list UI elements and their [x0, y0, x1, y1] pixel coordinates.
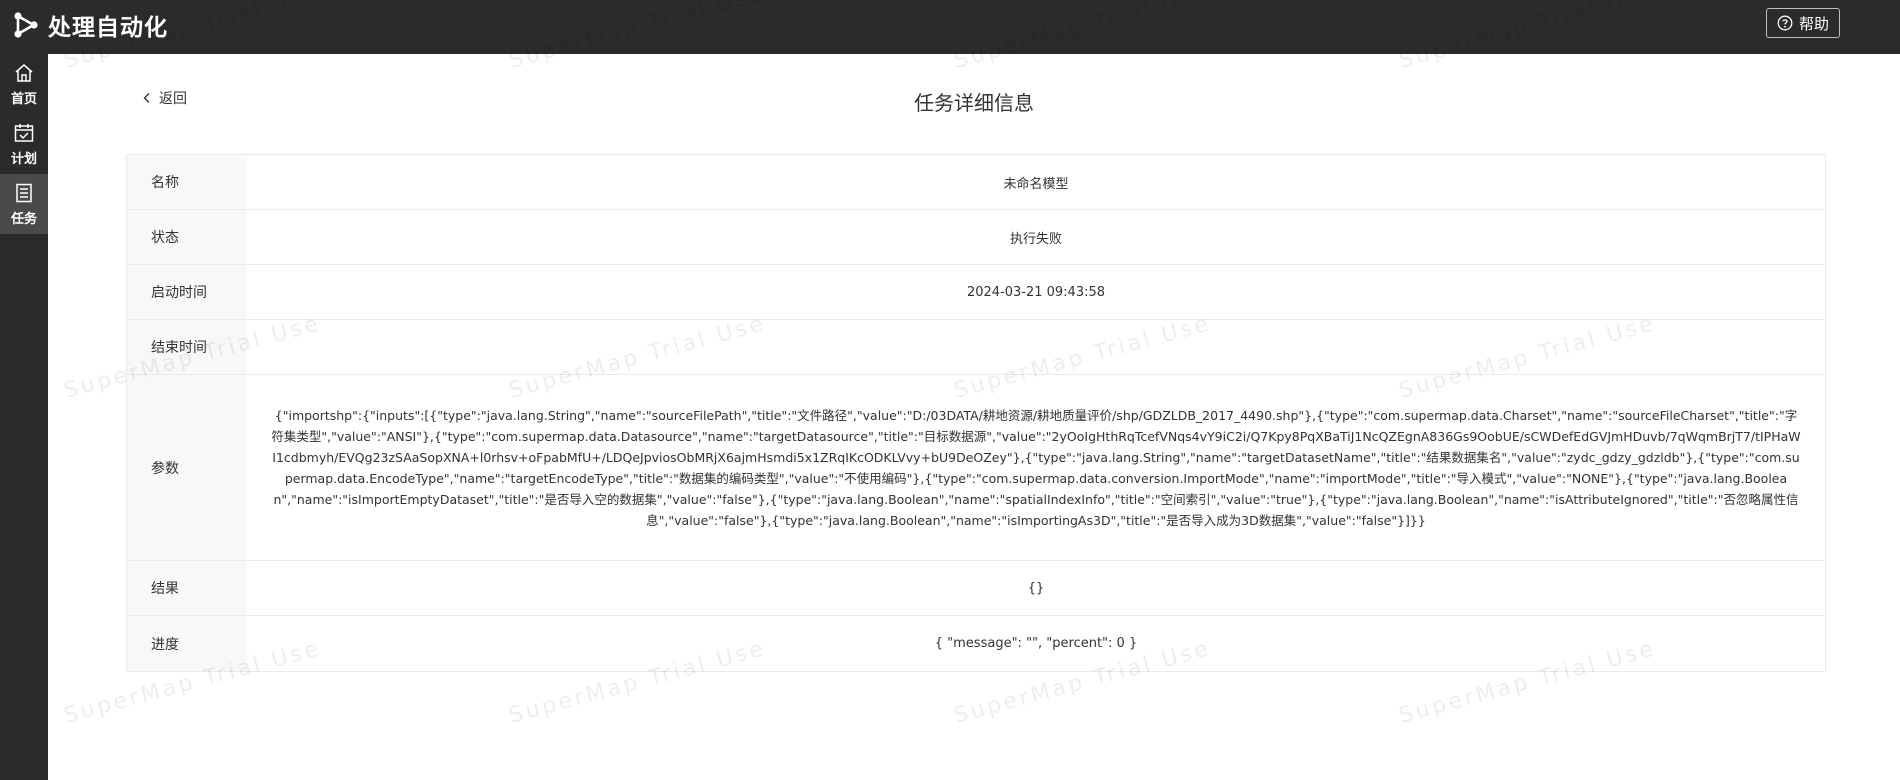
help-label: 帮助 — [1798, 15, 1829, 33]
row-label-status: 状态 — [127, 210, 247, 264]
table-row: 启动时间 2024-03-21 09:43:58 — [127, 265, 1825, 320]
row-value-name: 未命名模型 — [1003, 176, 1069, 192]
workflow-logo-icon — [14, 12, 38, 38]
row-value-result: {} — [1027, 580, 1045, 596]
table-row: 参数 {"importshp":{"inputs":[{"type":"java… — [127, 375, 1825, 561]
row-value-params: {"importshp":{"inputs":[{"type":"java.la… — [271, 407, 1801, 528]
row-label-name: 名称 — [127, 155, 247, 209]
sidebar: 首页 计划 任务 — [0, 54, 48, 780]
help-circle-icon — [1777, 15, 1793, 31]
sidebar-item-label: 任务 — [10, 211, 37, 227]
home-icon — [15, 63, 33, 82]
brand: 处理自动化 — [12, 8, 168, 42]
row-label-params: 参数 — [127, 375, 247, 560]
page-title: 任务详细信息 — [914, 91, 1034, 115]
task-detail-table: 名称 未命名模型 状态 执行失败 启动时间 2024-03-21 09:43:5… — [126, 154, 1826, 672]
app-title: 处理自动化 — [48, 15, 168, 41]
sidebar-item-label: 计划 — [10, 151, 37, 167]
row-label-end-time: 结束时间 — [127, 320, 247, 374]
table-row: 结果 {} — [127, 561, 1825, 616]
row-label-progress: 进度 — [127, 616, 247, 671]
main-content: 返回 任务详细信息 名称 未命名模型 状态 执行失败 启动时间 2024-03-… — [48, 54, 1900, 780]
sidebar-item-home[interactable]: 首页 — [0, 54, 48, 114]
table-row: 状态 执行失败 — [127, 210, 1825, 265]
top-bar: 处理自动化 帮助 — [0, 0, 1900, 54]
table-row: 结束时间 — [127, 320, 1825, 375]
sidebar-item-plan[interactable]: 计划 — [0, 114, 48, 174]
table-row: 进度 { "message": "", "percent": 0 } — [127, 616, 1825, 671]
row-label-result: 结果 — [127, 561, 247, 615]
task-list-icon — [16, 183, 32, 202]
calendar-icon — [14, 123, 34, 142]
sidebar-item-task[interactable]: 任务 — [0, 174, 48, 234]
table-row: 名称 未命名模型 — [127, 155, 1825, 210]
sidebar-item-label: 首页 — [10, 91, 37, 107]
help-button[interactable]: 帮助 — [1765, 8, 1840, 38]
row-value-start-time: 2024-03-21 09:43:58 — [966, 284, 1106, 300]
row-value-status: 执行失败 — [1009, 231, 1062, 247]
row-value-end-time — [247, 320, 1825, 374]
row-value-progress: { "message": "", "percent": 0 } — [934, 636, 1138, 651]
row-label-start-time: 启动时间 — [127, 265, 247, 319]
